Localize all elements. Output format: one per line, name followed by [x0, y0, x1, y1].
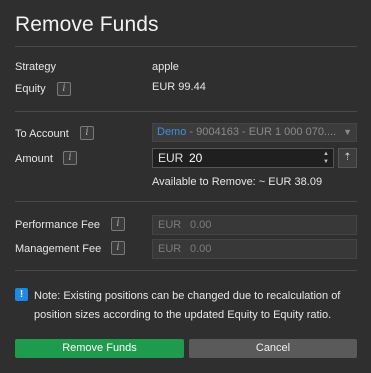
chevron-down-icon: ▼ [343, 127, 352, 137]
to-account-info-icon[interactable]: i [80, 126, 94, 140]
cancel-button[interactable]: Cancel [189, 339, 357, 358]
warning-icon: ! [15, 288, 28, 301]
strategy-value: apple [152, 61, 179, 73]
dialog-title: Remove Funds [15, 13, 159, 36]
performance-fee-value: 0.00 [190, 219, 212, 231]
amount-info-icon[interactable]: i [63, 151, 77, 165]
performance-fee-currency: EUR [158, 219, 182, 231]
amount-label: Amount [15, 153, 53, 165]
max-amount-button[interactable]: ⇡ [338, 148, 357, 168]
section-divider-1 [15, 111, 357, 112]
management-fee-info-icon[interactable]: i [111, 241, 125, 255]
stepper-down-icon[interactable]: ▼ [321, 158, 331, 166]
title-divider [15, 46, 357, 47]
strategy-label: Strategy [15, 61, 56, 73]
note-text: Note: Existing positions can be changed … [34, 290, 341, 321]
account-type-label: Demo [157, 126, 187, 138]
remove-funds-button[interactable]: Remove Funds [15, 339, 184, 358]
account-details-label: - 9004163 - EUR 1 000 070.... [186, 126, 337, 138]
equity-label: Equity [15, 83, 46, 95]
available-to-remove: Available to Remove: ~ EUR 38.09 [152, 176, 323, 188]
to-account-select[interactable]: Demo - 9004163 - EUR 1 000 070.... ▼ [152, 123, 357, 142]
section-divider-3 [15, 270, 357, 271]
remove-funds-dialog: Remove Funds Strategy apple Equity i EUR… [0, 0, 371, 373]
performance-fee-label: Performance Fee [15, 219, 100, 231]
amount-input[interactable]: EUR 20 ▲ ▼ [152, 148, 334, 168]
amount-currency: EUR [158, 151, 184, 165]
to-account-label: To Account [15, 128, 69, 140]
equity-info-icon[interactable]: i [57, 82, 71, 96]
management-fee-label: Management Fee [15, 243, 102, 255]
stepper-up-icon[interactable]: ▲ [321, 150, 331, 158]
section-divider-2 [15, 201, 357, 202]
amount-stepper[interactable]: ▲ ▼ [321, 150, 331, 166]
management-fee-value: 0.00 [190, 243, 212, 255]
management-fee-field: EUR 0.00 [152, 239, 357, 259]
max-arrow-icon: ⇡ [343, 152, 352, 163]
performance-fee-field: EUR 0.00 [152, 215, 357, 235]
equity-value: EUR 99.44 [152, 81, 206, 93]
performance-fee-info-icon[interactable]: i [111, 217, 125, 231]
amount-value[interactable]: 20 [189, 149, 202, 167]
management-fee-currency: EUR [158, 243, 182, 255]
